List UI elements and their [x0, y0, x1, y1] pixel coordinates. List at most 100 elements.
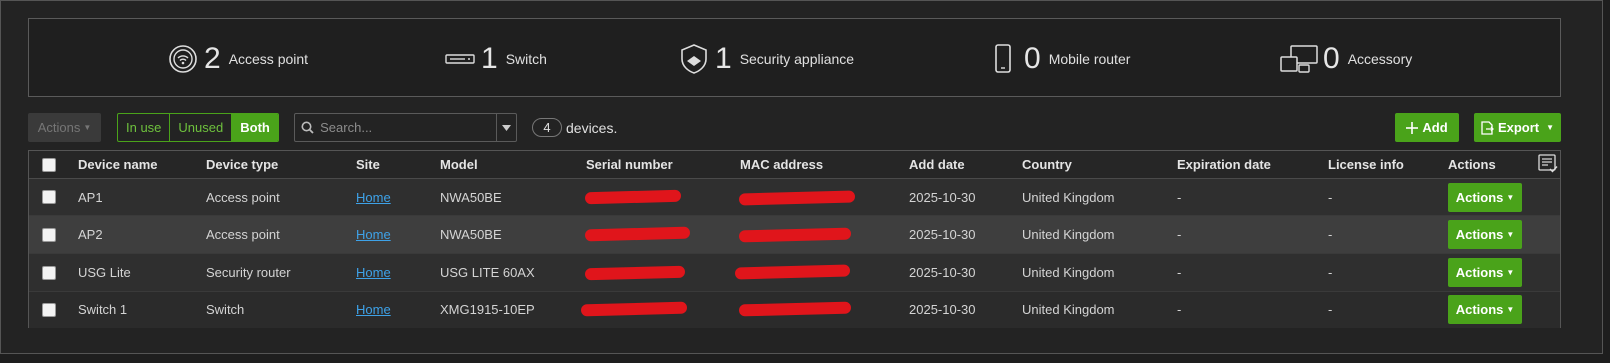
add-button[interactable]: Add — [1395, 113, 1459, 142]
wifi-icon — [166, 42, 200, 76]
license-info: - — [1328, 265, 1333, 280]
summary-switch[interactable]: 1 Switch — [443, 41, 547, 77]
license-info: - — [1328, 302, 1333, 317]
accessory-icon — [1279, 42, 1319, 76]
table-header: Device name Device type Site Model Seria… — [29, 151, 1560, 179]
add-date: 2025-10-30 — [909, 265, 976, 280]
row-actions-button[interactable]: Actions ▼ — [1448, 295, 1522, 324]
column-site[interactable]: Site — [356, 157, 380, 172]
bulk-actions-label: Actions — [37, 120, 81, 135]
export-label: Export — [1497, 120, 1540, 135]
chevron-down-icon: ▼ — [1506, 305, 1515, 314]
search-box — [294, 113, 517, 142]
summary-label: Switch — [505, 51, 547, 67]
table-row[interactable]: USG Lite Security router Home USG LITE 6… — [29, 254, 1560, 292]
mac-address-redacted[interactable] — [738, 227, 852, 243]
column-mac-address[interactable]: MAC address — [740, 157, 823, 172]
country: United Kingdom — [1022, 227, 1115, 242]
serial-number-redacted — [584, 265, 686, 281]
row-actions-button[interactable]: Actions ▼ — [1448, 220, 1522, 249]
device-summary: 2 Access point 1 Switch 1 Security appli… — [28, 18, 1561, 97]
country: United Kingdom — [1022, 265, 1115, 280]
license-info: - — [1328, 190, 1333, 205]
table-row[interactable]: AP2 Access point Home NWA50BE 2025-10-30… — [29, 216, 1560, 254]
device-name: AP1 — [78, 190, 103, 205]
bulk-actions-button[interactable]: Actions ▼ — [28, 113, 101, 142]
site-link[interactable]: Home — [356, 190, 391, 205]
select-all-checkbox[interactable] — [42, 158, 56, 172]
site-link[interactable]: Home — [356, 302, 391, 317]
summary-count: 1 — [715, 42, 732, 75]
device-type: Security router — [206, 265, 291, 280]
country: United Kingdom — [1022, 302, 1115, 317]
row-checkbox[interactable] — [42, 228, 56, 242]
table-row[interactable]: Switch 1 Switch Home XMG1915-10EP 2025-1… — [29, 292, 1560, 328]
add-label: Add — [1422, 120, 1448, 135]
device-count-label: devices. — [566, 120, 618, 136]
mac-address-redacted[interactable] — [734, 264, 851, 280]
column-country[interactable]: Country — [1022, 157, 1072, 172]
switch-icon — [443, 42, 477, 76]
search-input[interactable] — [320, 114, 497, 141]
column-expiration-date[interactable]: Expiration date — [1177, 157, 1271, 172]
summary-mobile-router[interactable]: 0 Mobile router — [986, 41, 1130, 77]
devices-table: Device name Device type Site Model Seria… — [28, 150, 1561, 328]
summary-label: Security appliance — [739, 51, 855, 67]
column-device-type[interactable]: Device type — [206, 157, 278, 172]
inventory-panel: 2 Access point 1 Switch 1 Security appli… — [0, 0, 1603, 354]
column-device-name[interactable]: Device name — [78, 157, 158, 172]
row-actions-label: Actions — [1455, 302, 1504, 317]
model: NWA50BE — [440, 227, 502, 242]
column-add-date[interactable]: Add date — [909, 157, 965, 172]
serial-number-redacted — [580, 301, 688, 317]
summary-count: 1 — [481, 42, 498, 75]
column-model[interactable]: Model — [440, 157, 478, 172]
column-actions: Actions — [1448, 157, 1496, 172]
filter-in-use[interactable]: In use — [118, 114, 171, 141]
device-type: Switch — [206, 302, 245, 317]
site-link[interactable]: Home — [356, 265, 391, 280]
summary-label: Mobile router — [1048, 51, 1131, 67]
mac-address-redacted[interactable] — [738, 301, 852, 317]
add-date: 2025-10-30 — [909, 190, 976, 205]
summary-count: 0 — [1024, 42, 1041, 75]
device-count-badge: 4 — [532, 118, 562, 137]
export-icon — [1481, 120, 1494, 135]
summary-count: 2 — [204, 42, 221, 75]
row-checkbox[interactable] — [42, 303, 56, 317]
summary-security-appliance[interactable]: 1 Security appliance — [677, 41, 854, 77]
model: XMG1915-10EP — [440, 302, 535, 317]
column-serial-number[interactable]: Serial number — [586, 157, 673, 172]
chevron-down-icon: ▼ — [1546, 123, 1555, 132]
expiration-date: - — [1177, 302, 1182, 317]
site-link[interactable]: Home — [356, 227, 391, 242]
row-checkbox[interactable] — [42, 266, 56, 280]
summary-label: Access point — [228, 51, 309, 67]
device-name: AP2 — [78, 227, 103, 242]
search-dropdown-button[interactable] — [496, 114, 516, 141]
column-settings-icon[interactable] — [1538, 154, 1558, 179]
country: United Kingdom — [1022, 190, 1115, 205]
serial-number-redacted — [584, 189, 682, 205]
filter-unused[interactable]: Unused — [170, 114, 233, 141]
serial-number-redacted — [584, 226, 691, 242]
chevron-down-icon: ▼ — [1506, 230, 1515, 239]
summary-access-point[interactable]: 2 Access point — [166, 41, 308, 77]
expiration-date: - — [1177, 227, 1182, 242]
mac-address-redacted[interactable] — [738, 190, 856, 206]
row-actions-label: Actions — [1455, 190, 1504, 205]
row-checkbox[interactable] — [42, 190, 56, 204]
export-button[interactable]: Export ▼ — [1474, 113, 1561, 142]
chevron-down-icon: ▼ — [1506, 193, 1515, 202]
column-license-info[interactable]: License info — [1328, 157, 1404, 172]
table-row[interactable]: AP1 Access point Home NWA50BE 2025-10-30… — [29, 179, 1560, 216]
summary-accessory[interactable]: 0 Accessory — [1279, 41, 1412, 77]
row-actions-button[interactable]: Actions ▼ — [1448, 258, 1522, 287]
row-actions-button[interactable]: Actions ▼ — [1448, 183, 1522, 212]
filter-both[interactable]: Both — [232, 114, 278, 141]
summary-label: Accessory — [1347, 51, 1413, 67]
add-date: 2025-10-30 — [909, 227, 976, 242]
expiration-date: - — [1177, 265, 1182, 280]
shield-icon — [677, 42, 711, 76]
license-info: - — [1328, 227, 1333, 242]
